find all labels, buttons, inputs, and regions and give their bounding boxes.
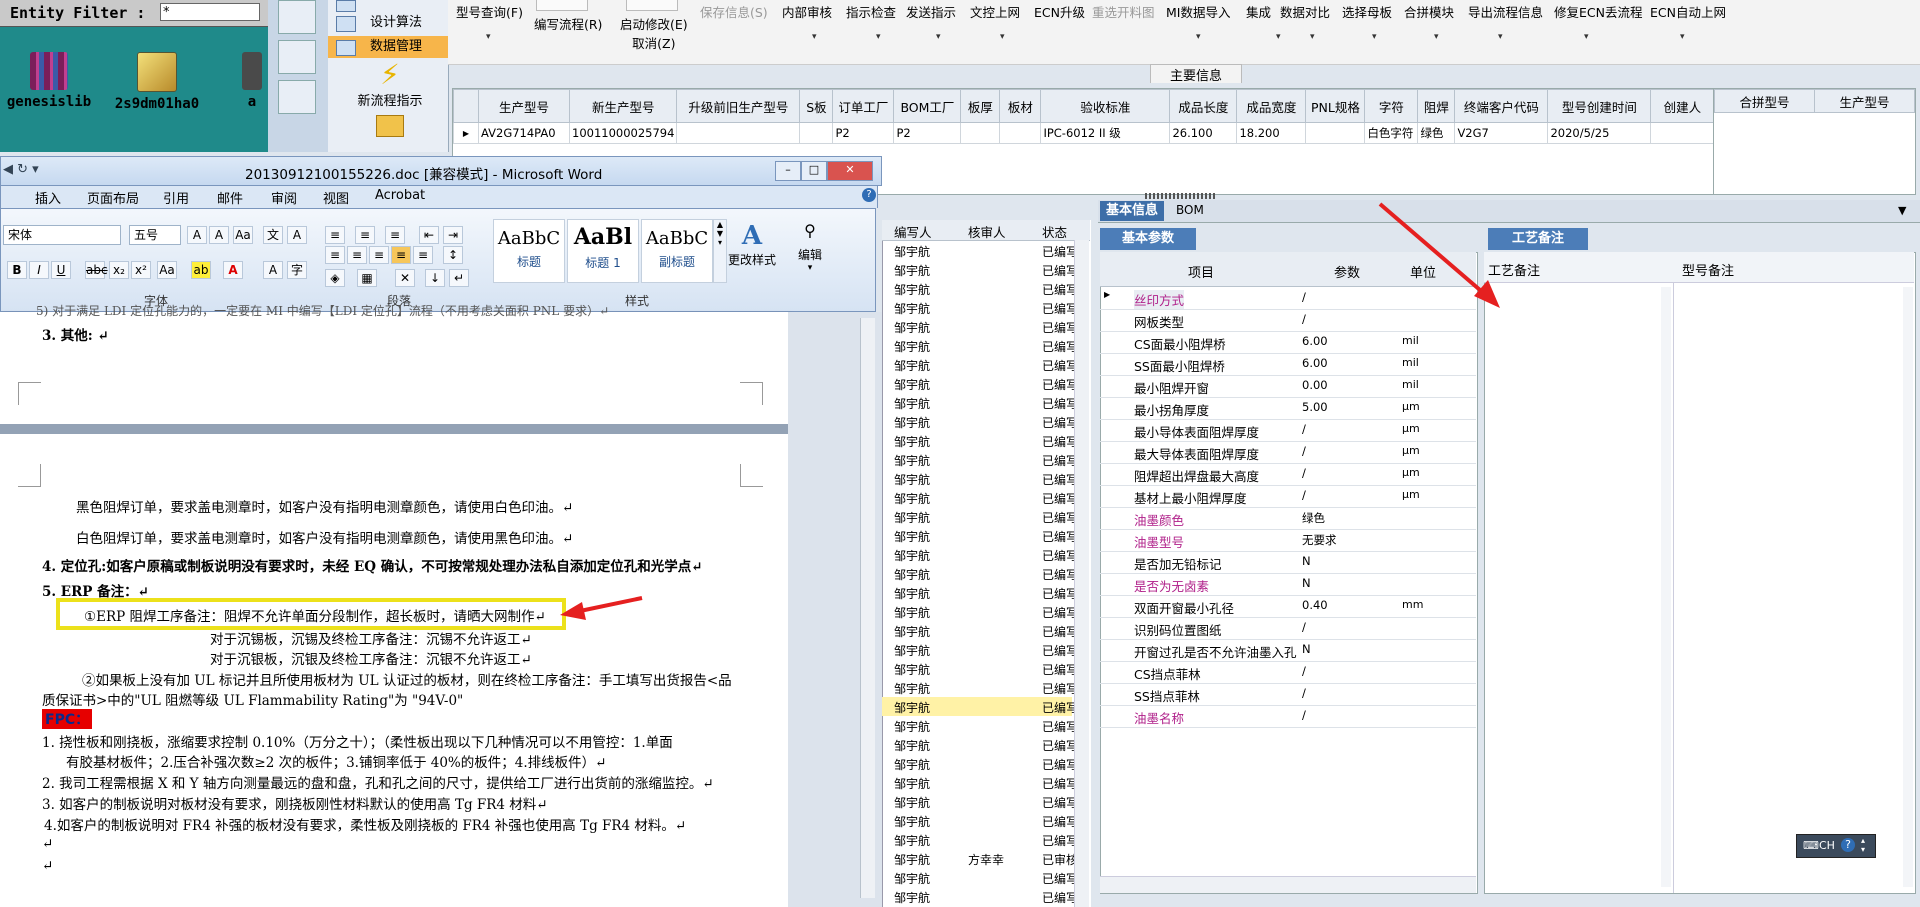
red-arrow-to-notes — [1378, 202, 1500, 308]
annotation-layer — [560, 202, 1500, 620]
red-arrow-to-highlight — [560, 596, 643, 620]
